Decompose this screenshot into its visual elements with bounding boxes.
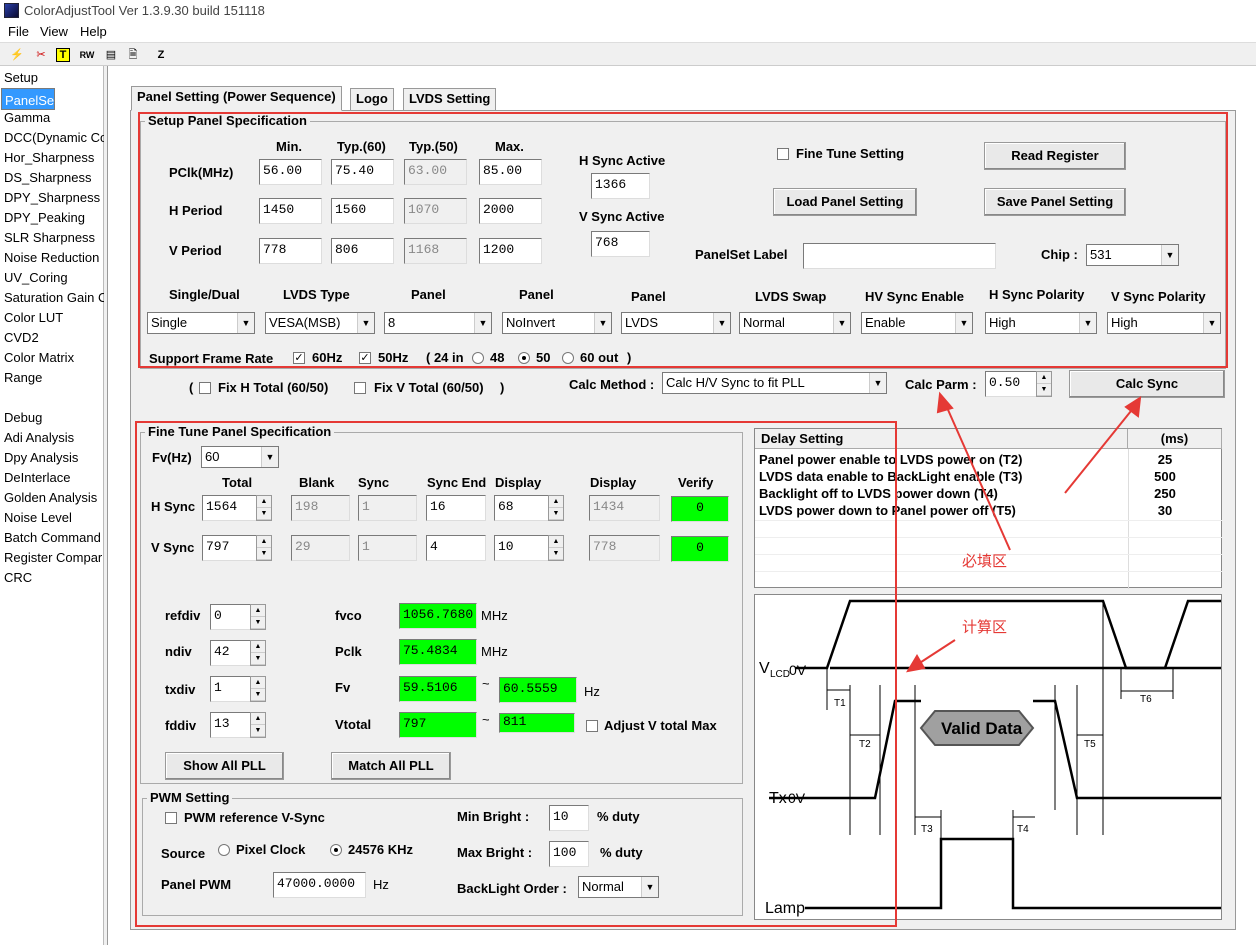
menu-view[interactable]: View <box>40 24 68 39</box>
sidebar-item[interactable]: PanelSet <box>1 88 55 110</box>
sidebar-item[interactable]: Adi Analysis <box>4 428 104 448</box>
wand-icon[interactable]: ⚡ <box>8 46 26 64</box>
fix-v-checkbox[interactable] <box>354 382 366 394</box>
fix-h-checkbox[interactable] <box>199 382 211 394</box>
tab-logo[interactable]: Logo <box>350 88 394 110</box>
sidebar-item[interactable]: Range <box>4 368 104 388</box>
calc-area-box <box>135 421 897 927</box>
sidebar-item[interactable]: Debug <box>4 408 104 428</box>
sidebar-item[interactable]: Noise Level <box>4 508 104 528</box>
sidebar-item[interactable]: Dpy Analysis <box>4 448 104 468</box>
fix-v-label: Fix V Total (60/50) <box>374 380 484 395</box>
document-icon[interactable]: 🗎 <box>124 46 142 64</box>
fix-close: ) <box>500 380 505 395</box>
t6-label: T6 <box>1140 694 1152 705</box>
title-bar: ColorAdjustTool Ver 1.3.9.30 build 15111… <box>0 0 1256 22</box>
sidebar-item <box>4 388 104 408</box>
sidebar-item[interactable]: Golden Analysis <box>4 488 104 508</box>
sidebar-item[interactable]: Batch Command <box>4 528 104 548</box>
window-title: ColorAdjustTool Ver 1.3.9.30 build 15111… <box>24 3 265 18</box>
sidebar-item[interactable]: UV_Coring <box>4 268 104 288</box>
app-icon <box>4 3 19 18</box>
sidebar-item[interactable]: Hor_Sharpness <box>4 148 104 168</box>
menu-file[interactable]: File <box>8 24 29 39</box>
t5-label: T5 <box>1084 739 1096 750</box>
t-icon[interactable]: T <box>56 48 70 62</box>
sidebar-item[interactable]: DPY_Peaking <box>4 208 104 228</box>
sidebar-item[interactable]: Gamma <box>4 108 104 128</box>
sidebar-item[interactable]: CVD2 <box>4 328 104 348</box>
sidebar-item[interactable]: Color LUT <box>4 308 104 328</box>
calc-method-select[interactable]: Calc H/V Sync to fit PLL ▼ <box>662 372 887 394</box>
arrow-line <box>944 402 1011 551</box>
sidebar-item[interactable]: DCC(Dynamic Co <box>4 128 104 148</box>
sidebar-item[interactable]: Noise Reduction <box>4 248 104 268</box>
calc-method-value: Calc H/V Sync to fit PLL <box>666 375 805 390</box>
sidebar-item[interactable]: Saturation Gain C <box>4 288 104 308</box>
cut-icon[interactable]: ✂ <box>32 46 50 64</box>
sidebar-item[interactable]: SLR Sharpness <box>4 228 104 248</box>
sidebar-item[interactable]: Register Compar <box>4 548 104 568</box>
rw-icon[interactable]: RW <box>78 46 96 64</box>
t3-label: T3 <box>921 824 933 835</box>
fix-open: ( <box>189 380 194 395</box>
annotation-arrows <box>905 391 1142 673</box>
sidebar-item[interactable]: Color Matrix <box>4 348 104 368</box>
arrow-head-icon <box>936 391 954 414</box>
arrow-line <box>1064 405 1136 494</box>
spin-up-icon[interactable]: ▲ <box>1037 372 1051 384</box>
sidebar-item[interactable]: Setup <box>4 68 104 88</box>
toolbar: ⚡ ✂ T RW ▤ 🗎 Z <box>0 42 1256 66</box>
sidebar-item[interactable]: CRC <box>4 568 104 588</box>
sidebar-item[interactable]: DPY_Sharpness <box>4 188 104 208</box>
calc-method-label: Calc Method : <box>569 377 655 392</box>
valid-data-label: Valid Data <box>941 719 1023 738</box>
arrow-head-icon <box>905 654 926 673</box>
tab-panel-setting[interactable]: Panel Setting (Power Sequence) <box>131 86 342 111</box>
left-nav: Setup PanelSet Gamma DCC(Dynamic Co Hor_Shar… <box>0 66 104 945</box>
t4-label: T4 <box>1017 824 1029 835</box>
tab-lvds-setting[interactable]: LVDS Setting <box>403 88 497 110</box>
menu-help[interactable]: Help <box>80 24 107 39</box>
chevron-down-icon: ▼ <box>869 373 886 393</box>
sidebar-item[interactable]: DeInterlace <box>4 468 104 488</box>
register-icon[interactable]: ▤ <box>102 46 120 64</box>
tx-waveform-end <box>1033 699 1221 800</box>
z-icon[interactable]: Z <box>152 46 170 64</box>
required-area-box <box>138 112 1228 368</box>
fix-h-label: Fix H Total (60/50) <box>218 380 329 395</box>
menu-bar: File View Help <box>0 22 1256 42</box>
sidebar-item[interactable]: DS_Sharpness <box>4 168 104 188</box>
